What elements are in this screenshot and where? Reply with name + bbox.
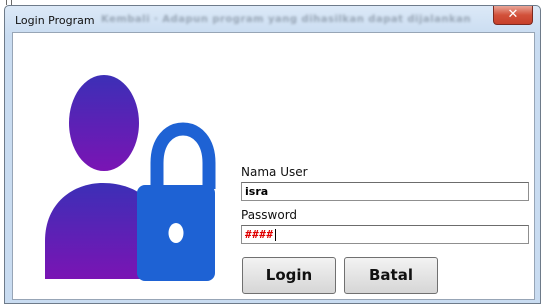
- padlock-icon: [137, 122, 216, 281]
- close-button[interactable]: ✕: [493, 6, 533, 25]
- password-label: Password: [241, 208, 298, 222]
- username-value: isra: [245, 185, 269, 198]
- window-title: Login Program: [15, 14, 95, 27]
- password-value: ####: [245, 228, 274, 241]
- cancel-button[interactable]: Batal: [344, 257, 438, 294]
- blurred-title-text: Kembali · Adapun program yang dihasilkan…: [101, 14, 471, 25]
- login-window: Login Program Kembali · Adapun program y…: [4, 5, 541, 304]
- close-icon: ✕: [507, 7, 519, 22]
- bottom-strip: [0, 304, 542, 308]
- login-form-area: Nama User isra Password #### Login Batal: [12, 32, 535, 300]
- username-label: Nama User: [241, 165, 308, 179]
- username-input[interactable]: isra: [241, 182, 529, 201]
- login-button[interactable]: Login: [242, 257, 336, 294]
- user-lock-icon: [45, 75, 216, 281]
- text-caret: [274, 229, 276, 241]
- password-input[interactable]: ####: [241, 225, 529, 244]
